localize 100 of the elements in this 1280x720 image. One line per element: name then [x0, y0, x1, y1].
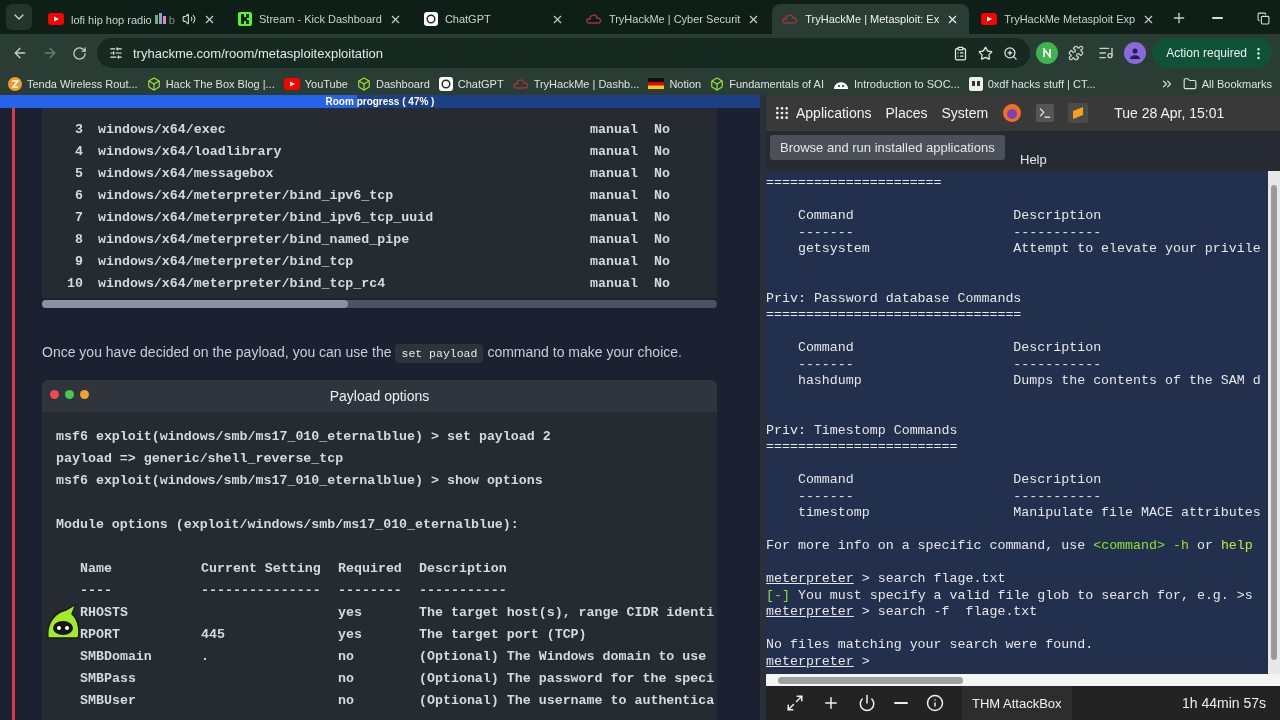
- prompt-label: meterpreter: [766, 653, 854, 669]
- browser-tab[interactable]: Stream - Kick Dashboard: [228, 4, 412, 34]
- payload-check: No: [654, 253, 671, 269]
- payload-type: manual: [590, 143, 639, 159]
- bookmark-link[interactable]: YouTube: [283, 77, 348, 90]
- payload-check: No: [654, 187, 671, 203]
- terminal-line: Priv: Password database Commands: [766, 290, 1023, 307]
- payload-name: windows/x64/meterpreter/bind_ipv6_tcp_uuid: [98, 209, 435, 225]
- option-name: SMBDomain: [80, 648, 153, 666]
- terminal-text: >: [861, 653, 870, 669]
- row-number: 4: [74, 143, 84, 159]
- knot-logo-icon: [423, 12, 438, 26]
- bookmark-link[interactable]: Fundamentals of AI: [710, 76, 824, 91]
- description-cell-text: -----------: [1013, 356, 1103, 373]
- browser-tab[interactable]: lofi hip hop radio b: [38, 4, 226, 34]
- option-name: RPORT: [80, 626, 121, 644]
- avatar-icon[interactable]: [1124, 42, 1147, 64]
- mascot-icon: [46, 604, 80, 640]
- row-number: 10: [66, 275, 84, 291]
- power-icon: [858, 694, 876, 712]
- power-button[interactable]: [858, 694, 876, 712]
- attackbox-tab[interactable]: THM AttackBox: [962, 686, 1072, 720]
- bookmark-link[interactable]: Introduction to SOC...: [832, 77, 960, 90]
- browser-tab[interactable]: ChatGPT: [413, 4, 574, 34]
- progress-label: Room progress ( 47% ): [325, 96, 435, 107]
- all-bookmarks-link[interactable]: All Bookmarks: [1182, 76, 1272, 91]
- payload-type: manual: [590, 209, 639, 225]
- page-icon: [968, 76, 983, 91]
- maximize-dot: [65, 390, 74, 399]
- tab-search-button[interactable]: [6, 4, 32, 30]
- paragraph: Once you have decided on the payload, you can use the set payload command to make your choice.: [42, 344, 732, 360]
- video-play-icon: [48, 13, 64, 25]
- horizontal-scrollbar[interactable]: [766, 674, 1280, 686]
- column-header: Required: [338, 560, 403, 578]
- payload-check: No: [654, 143, 671, 159]
- error-tag: [-]: [766, 587, 790, 603]
- column-underline: -----------: [419, 582, 508, 600]
- option-required: no: [338, 670, 355, 688]
- payload-type: manual: [590, 187, 639, 203]
- clipboard-icon[interactable]: [953, 45, 969, 61]
- option-description: The target host(s), range CIDR identi: [419, 604, 716, 622]
- bookmark-link[interactable]: Tenda Wireless Rout...: [8, 76, 138, 91]
- books-icon: [154, 12, 166, 24]
- tooltip: Browse and run installed applications: [770, 135, 1005, 160]
- bookmark-link[interactable]: ChatGPT: [438, 76, 504, 91]
- zoom-icon[interactable]: [1003, 45, 1019, 61]
- scrollbar-thumb[interactable]: [778, 676, 963, 684]
- speaker-icon[interactable]: [182, 12, 196, 26]
- browser-globe-icon[interactable]: [1002, 103, 1023, 123]
- terminal-text: <command> -h: [1093, 538, 1189, 553]
- command-cell-text: timestomp: [797, 505, 871, 522]
- cloud-logo-icon: [512, 77, 529, 90]
- window-title: Payload options: [329, 388, 430, 404]
- terminal-icon[interactable]: [1036, 104, 1055, 122]
- cloud-logo-icon: [585, 13, 602, 25]
- music-list-icon: [1098, 45, 1115, 61]
- bookmark-link[interactable]: 0xdf hacks stuff | CT...: [968, 76, 1096, 91]
- terminal-menu-item[interactable]: Help: [1016, 152, 1051, 167]
- payload-name: windows/x64/messagebox: [98, 165, 275, 181]
- site-info-icon[interactable]: [109, 46, 123, 60]
- add-button[interactable]: [822, 694, 840, 712]
- info-button[interactable]: [926, 694, 944, 712]
- option-required: no: [338, 692, 355, 710]
- info-icon: [926, 694, 944, 712]
- option-name: SMBUser: [80, 692, 137, 710]
- bookmark-link[interactable]: TryHackMe | Dashb...: [512, 77, 640, 90]
- description-cell-text: -----------: [1013, 224, 1103, 241]
- scrollbar-thumb[interactable]: [42, 300, 348, 308]
- browser-tab[interactable]: TryHackMe Metasploit Exp: [971, 4, 1166, 34]
- bookmark-link[interactable]: Dashboard: [356, 76, 430, 91]
- terminal-text: help: [1220, 538, 1253, 553]
- cube-icon: [356, 76, 371, 91]
- bookmark-link[interactable]: Notion: [648, 77, 702, 90]
- column-header: Name: [80, 560, 113, 578]
- browser-tab[interactable]: TryHackMe | Cyber Securit: [575, 4, 771, 34]
- description-cell-text: -----------: [1013, 488, 1103, 505]
- command-cell-text: -------: [797, 356, 855, 373]
- bookmark-link[interactable]: Hack The Box Blog |...: [146, 76, 275, 91]
- session-timer: 1h 44min 57s: [1181, 695, 1266, 711]
- column-underline: ----: [80, 582, 113, 600]
- fullscreen-button[interactable]: [786, 694, 804, 712]
- vertical-scrollbar[interactable]: [1268, 171, 1280, 674]
- scrollbar-track[interactable]: [42, 300, 717, 308]
- desktop-menu[interactable]: System: [941, 105, 989, 121]
- terminal-line: No files matching your search were found.: [766, 637, 1095, 654]
- bookmark-star-icon[interactable]: [978, 45, 994, 61]
- browser-tab[interactable]: TryHackMe | Metasploit: Ex: [772, 4, 970, 34]
- plus-icon: [822, 694, 840, 712]
- terminal-line: ======================: [766, 175, 943, 192]
- option-description: (Optional) The Windows domain to use: [419, 648, 708, 666]
- square-logo-icon: [238, 12, 252, 26]
- action-required-button[interactable]: Action required: [1152, 38, 1272, 68]
- desktop-menu[interactable]: Applications: [774, 105, 872, 121]
- address-field[interactable]: tryhackme.com/room/metasploitexploitation: [97, 38, 1031, 68]
- command-cell-text: -------: [797, 224, 855, 241]
- scrollbar-thumb[interactable]: [1271, 185, 1277, 660]
- cube-icon: [146, 76, 161, 91]
- desktop-menu[interactable]: Places: [885, 105, 928, 121]
- extension-icon[interactable]: [1036, 42, 1059, 64]
- option-setting: 445: [201, 626, 226, 644]
